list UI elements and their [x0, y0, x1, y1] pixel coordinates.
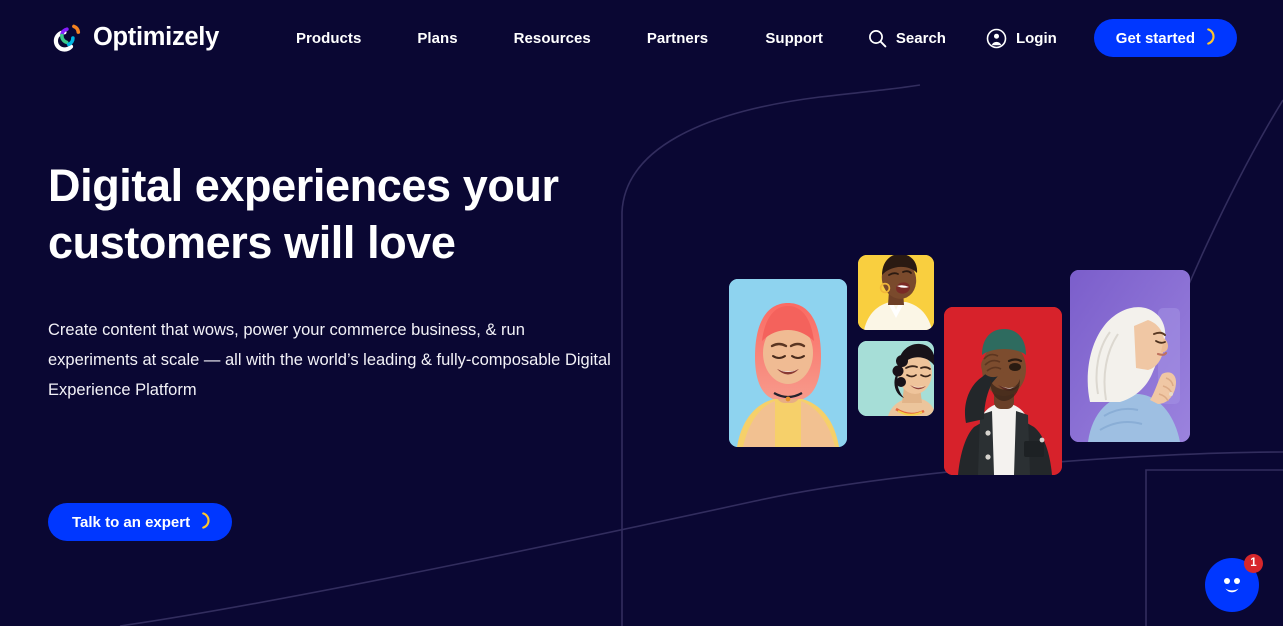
hero-subtitle: Create content that wows, power your com…: [48, 321, 611, 399]
talk-to-an-expert-label: Talk to an expert: [72, 513, 191, 531]
login-label: Login: [1015, 29, 1057, 47]
chat-widget[interactable]: 1: [1205, 554, 1263, 612]
crescent-arc-icon: [200, 511, 216, 534]
hero-title-line-1: Digital experiences your: [48, 160, 559, 211]
utility-navigation: Support Search Login Get started: [765, 19, 1237, 57]
page-title: Digital experiences your customers will …: [48, 157, 668, 271]
login-button[interactable]: Login: [986, 28, 1057, 49]
search-label: Search: [895, 29, 946, 47]
hero-section: Digital experiences your customers will …: [0, 157, 1283, 541]
user-circle-icon: [986, 28, 1007, 49]
get-started-button[interactable]: Get started: [1093, 19, 1237, 57]
hero-title-line-2: customers will love: [48, 217, 456, 268]
support-link[interactable]: Support: [765, 30, 823, 47]
nav-link-partners[interactable]: Partners: [647, 30, 708, 47]
optimizely-logo-icon: [48, 19, 82, 57]
search-button[interactable]: Search: [868, 29, 946, 48]
hero-cta-wrap: Talk to an expert: [48, 503, 1235, 541]
nav-link-products[interactable]: Products: [296, 30, 361, 47]
search-icon: [868, 29, 887, 48]
brand-name: Optimizely: [93, 23, 219, 52]
nav-link-resources[interactable]: Resources: [514, 30, 591, 47]
chat-unread-badge: 1: [1244, 554, 1263, 573]
site-header: Optimizely Products Plans Resources Part…: [0, 0, 1283, 76]
get-started-label: Get started: [1115, 29, 1195, 47]
crescent-arc-icon: [1205, 27, 1221, 50]
main-navigation: Products Plans Resources Partners: [296, 30, 708, 47]
brand-logo-link[interactable]: Optimizely: [48, 19, 219, 57]
nav-link-plans[interactable]: Plans: [417, 30, 457, 47]
talk-to-an-expert-button[interactable]: Talk to an expert: [48, 503, 233, 541]
